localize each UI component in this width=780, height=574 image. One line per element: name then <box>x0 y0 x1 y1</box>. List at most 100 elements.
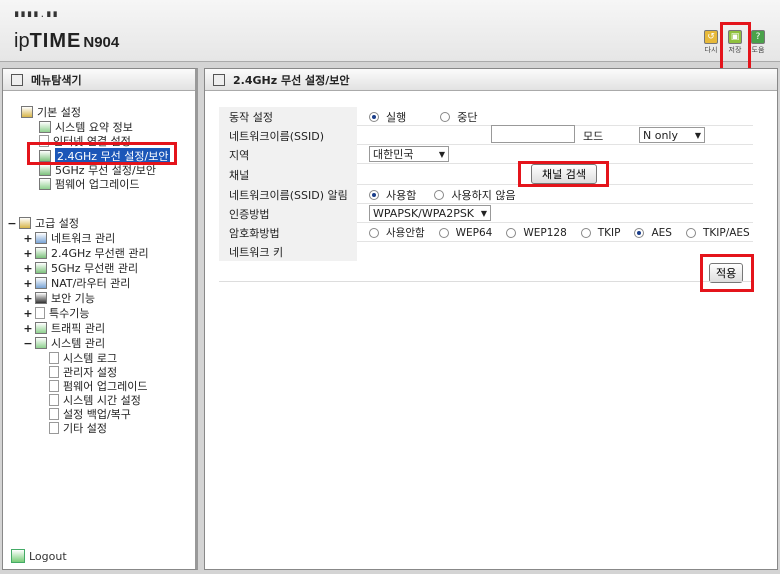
folder-gear-icon <box>19 217 31 229</box>
logo: ipTIME N904 <box>14 30 119 53</box>
lock-icon <box>35 292 47 304</box>
divider <box>219 281 753 282</box>
system-icon <box>35 337 47 349</box>
refresh-button[interactable]: ↺ 다시 <box>700 30 722 55</box>
logo-brand: TIME <box>29 30 82 52</box>
model-name: N904 <box>83 34 120 51</box>
apply-button[interactable]: 적용 <box>709 263 744 283</box>
channel-search-button[interactable]: 채널 검색 <box>531 164 597 184</box>
logout-link[interactable]: Logout <box>11 549 67 563</box>
magnifier-icon <box>11 73 23 86</box>
row-auth: 인증방법 WPAPSK/WPA2PSK ▼ <box>219 204 753 223</box>
tree-item-24ghz-lan[interactable]: + 2.4GHz 무선랜 관리 <box>23 246 148 261</box>
page-icon <box>49 408 59 420</box>
page-icon <box>49 394 59 406</box>
expand-icon[interactable]: + <box>23 247 33 260</box>
tree-basic-label: 기본 설정 <box>37 106 81 119</box>
menu-explorer: 메뉴탐색기 기본 설정 시스템 요약 정보 인터넷 연결 설정 2.4GHz 무… <box>2 68 198 570</box>
row-operation: 동작 설정 실행 중단 <box>219 107 753 126</box>
radio-enc-aes[interactable]: AES <box>634 227 672 239</box>
radio-dot <box>506 227 517 238</box>
help-button[interactable]: ? 도움 <box>747 30 769 55</box>
logo-prefix: ip <box>14 30 30 52</box>
wifi-icon <box>39 164 51 176</box>
refresh-label: 다시 <box>704 46 718 54</box>
tree-item-24ghz-wireless[interactable]: 2.4GHz 무선 설정/보안 <box>39 148 171 164</box>
expand-icon[interactable]: + <box>23 322 33 335</box>
dropdown-arrow-icon: ▼ <box>694 130 701 140</box>
expand-icon[interactable]: + <box>23 277 33 290</box>
tree-basic-settings[interactable]: 기본 설정 <box>21 105 81 119</box>
radio-broadcast-off[interactable]: 사용하지 않음 <box>434 187 516 203</box>
radio-run[interactable]: 실행 <box>369 109 406 125</box>
tree-item-firmware[interactable]: 펌웨어 업그레이드 <box>49 379 147 393</box>
menu-explorer-title: 메뉴탐색기 <box>3 69 195 91</box>
save-label: 저장 <box>728 46 742 54</box>
tree-item-nat-router[interactable]: + NAT/라우터 관리 <box>23 276 130 291</box>
main-panel-title: 2.4GHz 무선 설정/보안 <box>205 69 777 91</box>
mode-select[interactable]: N only ▼ <box>639 127 705 143</box>
wifi-icon <box>35 262 47 274</box>
page-icon <box>49 422 59 434</box>
radio-enc-tkip[interactable]: TKIP <box>580 227 620 239</box>
expand-icon[interactable]: + <box>23 262 33 275</box>
tree-item-firmware-upgrade[interactable]: 펌웨어 업그레이드 <box>39 177 139 191</box>
help-label: 도움 <box>751 46 765 54</box>
radio-enc-none[interactable]: 사용안함 <box>369 225 425 240</box>
tree-advanced-settings[interactable]: − 고급 설정 <box>7 216 79 231</box>
row-network-key: 네트워크 키 <box>219 242 753 261</box>
save-icon: ▣ <box>728 30 742 44</box>
radio-dot <box>634 227 645 238</box>
expand-icon[interactable]: + <box>23 232 33 245</box>
expand-icon[interactable]: + <box>23 307 33 320</box>
tree-item-admin[interactable]: 관리자 설정 <box>49 365 117 379</box>
tree-item-traffic[interactable]: + 트래픽 관리 <box>23 321 105 336</box>
tree-item-backup[interactable]: 설정 백업/복구 <box>49 407 131 421</box>
folder-gear-icon <box>21 106 33 118</box>
radio-dot <box>369 189 379 200</box>
router-icon <box>35 277 47 289</box>
window-icon <box>213 73 225 86</box>
region-select[interactable]: 대한민국 ▼ <box>369 146 449 162</box>
tree-item-security[interactable]: + 보안 기능 <box>23 291 95 306</box>
radio-dot <box>434 189 445 200</box>
tree-item-internet-setup[interactable]: 인터넷 연결 설정 <box>39 134 131 148</box>
row-ssid: 네트워크이름(SSID) 모드 N only ▼ <box>219 125 753 145</box>
radio-enc-wep128[interactable]: WEP128 <box>506 227 567 239</box>
wifi-icon <box>39 150 51 162</box>
tree-item-time[interactable]: 시스템 시간 설정 <box>49 393 141 407</box>
tree-item-other[interactable]: 기타 설정 <box>49 421 107 435</box>
radio-dot <box>438 227 449 238</box>
row-ssid-broadcast: 네트워크이름(SSID) 알림 사용함 사용하지 않음 <box>219 185 753 204</box>
radio-broadcast-on[interactable]: 사용함 <box>369 187 416 203</box>
menu-explorer-label: 메뉴탐색기 <box>31 73 82 87</box>
radio-stop[interactable]: 중단 <box>440 109 478 125</box>
tree-item-network[interactable]: + 네트워크 관리 <box>23 231 115 246</box>
page-icon <box>49 352 59 364</box>
logout-icon <box>11 549 25 563</box>
page-icon <box>39 135 49 147</box>
tree-item-system-summary[interactable]: 시스템 요약 정보 <box>39 120 133 134</box>
help-icon: ? <box>751 30 765 44</box>
page-icon <box>49 380 59 392</box>
radio-enc-tkip-aes[interactable]: TKIP/AES <box>685 227 750 239</box>
radio-enc-wep64[interactable]: WEP64 <box>438 227 492 239</box>
row-region: 지역 대한민국 ▼ <box>219 145 753 164</box>
collapse-icon[interactable]: − <box>23 337 33 350</box>
tree-item-5ghz-lan[interactable]: + 5GHz 무선랜 관리 <box>23 261 138 276</box>
save-button[interactable]: ▣ 저장 <box>724 30 746 55</box>
expand-icon[interactable]: + <box>23 292 33 305</box>
chart-icon <box>39 121 51 133</box>
tree-item-special[interactable]: + 특수기능 <box>23 306 89 321</box>
refresh-icon: ↺ <box>704 30 718 44</box>
page-icon <box>49 366 59 378</box>
main-title: 2.4GHz 무선 설정/보안 <box>233 73 350 87</box>
tree-item-5ghz-wireless[interactable]: 5GHz 무선 설정/보안 <box>39 163 156 177</box>
traffic-icon <box>35 322 47 334</box>
tree-item-system-log[interactable]: 시스템 로그 <box>49 351 117 365</box>
ssid-input[interactable] <box>491 125 575 143</box>
auth-select[interactable]: WPAPSK/WPA2PSK ▼ <box>369 205 491 221</box>
main-panel: 2.4GHz 무선 설정/보안 동작 설정 실행 중단 네트워크이름(SSID)… <box>204 68 778 570</box>
tree-item-system[interactable]: − 시스템 관리 <box>23 336 105 351</box>
collapse-icon[interactable]: − <box>7 217 17 230</box>
